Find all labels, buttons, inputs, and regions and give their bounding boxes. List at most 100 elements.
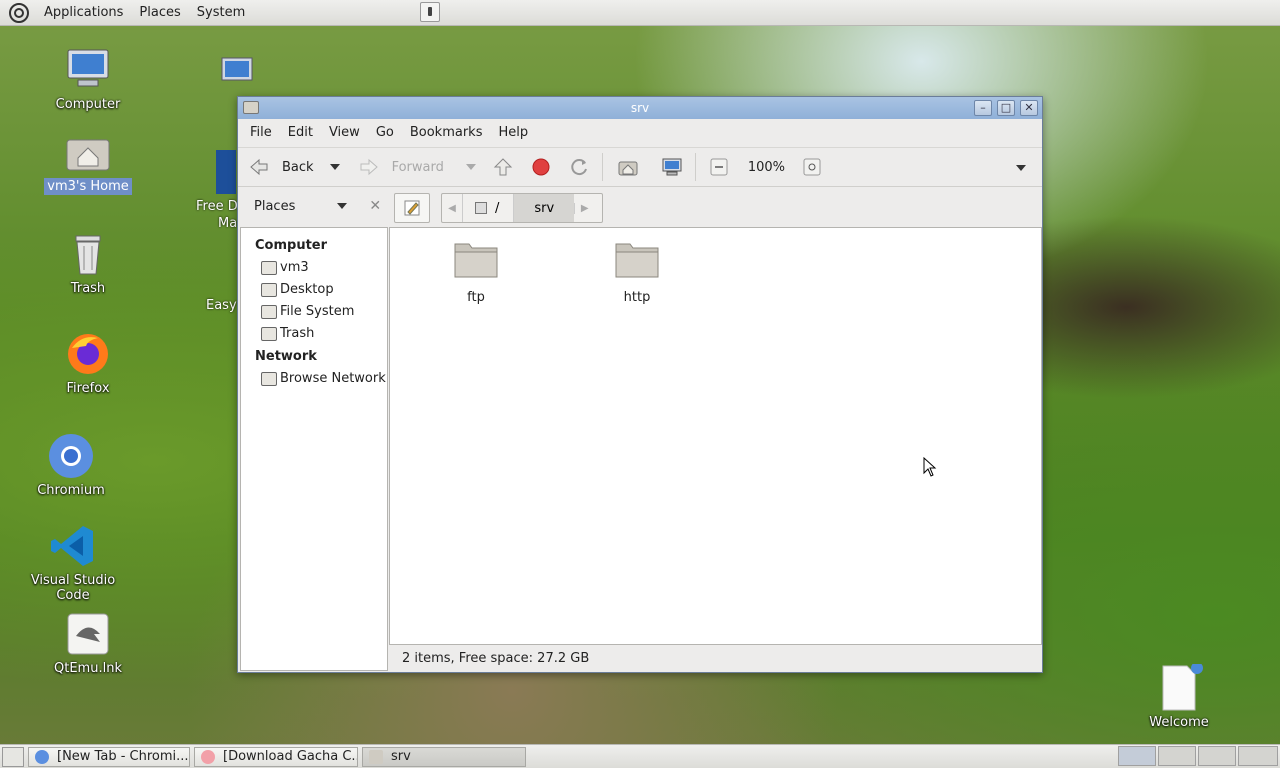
toggle-location-entry-button[interactable]	[394, 193, 430, 223]
places-menu[interactable]: Places	[131, 0, 188, 26]
forward-arrow-icon	[360, 158, 378, 176]
close-button[interactable]: ✕	[1020, 100, 1038, 116]
partial-desktop-icon-free[interactable]	[216, 150, 236, 194]
desktop-icon-chromium[interactable]: Chromium	[16, 432, 126, 499]
sidebar-places-selector[interactable]: Places	[254, 199, 295, 214]
maximize-button[interactable]: □	[997, 100, 1015, 116]
zoom-out-icon[interactable]	[710, 158, 728, 176]
panel-tray-button[interactable]	[420, 2, 440, 22]
trash-icon	[261, 326, 277, 341]
window-title: srv	[630, 101, 650, 115]
trash-icon	[64, 230, 112, 278]
folder-icon	[454, 243, 498, 278]
path-scroll-right-icon[interactable]: ▶	[574, 202, 594, 214]
debian-logo-icon[interactable]	[8, 2, 30, 24]
menu-help[interactable]: Help	[490, 119, 536, 147]
desktop-icon-qtemu[interactable]: QtEmu.lnk	[33, 610, 143, 677]
partial-desktop-icon-network[interactable]	[216, 52, 268, 96]
stop-icon[interactable]	[530, 156, 552, 178]
document-icon	[1155, 662, 1203, 712]
zoom-in-icon[interactable]	[803, 158, 821, 176]
folder-icon	[369, 749, 383, 764]
file-manager-window: srv – □ ✕ File Edit View Go Bookmarks He…	[237, 96, 1043, 673]
taskbar: [New Tab - Chromi... [Download Gacha C..…	[0, 744, 1280, 768]
qtemu-icon	[64, 610, 112, 658]
menu-edit[interactable]: Edit	[280, 119, 321, 147]
workspace-3[interactable]	[1198, 746, 1236, 766]
path-bar: ◀ / srv ▶	[441, 193, 603, 223]
forward-button[interactable]: Forward	[358, 156, 476, 178]
menu-file[interactable]: File	[242, 119, 280, 147]
back-arrow-icon	[250, 158, 268, 176]
close-sidebar-icon[interactable]: ✕	[369, 198, 381, 214]
edit-pencil-icon	[404, 200, 420, 216]
system-menu[interactable]: System	[189, 0, 253, 26]
desktop-icon-home[interactable]: vm3's Home	[33, 128, 143, 195]
back-history-dropdown[interactable]	[329, 164, 340, 170]
network-icon	[261, 371, 277, 386]
desktop-icon-welcome[interactable]: Welcome	[1124, 662, 1234, 731]
folder-item-ftp[interactable]: ftp	[436, 240, 516, 305]
workspace-1[interactable]	[1118, 746, 1156, 766]
sidebar: Computer vm3 Desktop File System Trash N…	[240, 227, 388, 671]
toolbar: Back Forward 100%	[238, 147, 1042, 187]
path-scroll-left-icon[interactable]: ◀	[442, 203, 462, 214]
back-button[interactable]: Back	[248, 156, 340, 178]
workspace-2[interactable]	[1158, 746, 1196, 766]
file-view[interactable]: ftp http	[389, 227, 1042, 645]
menu-view[interactable]: View	[321, 119, 368, 147]
zoom-level[interactable]: 100%	[748, 160, 785, 175]
sidebar-item-vm3[interactable]: vm3	[241, 257, 387, 279]
sidebar-item-file-system[interactable]: File System	[241, 301, 387, 323]
desktop-icon-trash[interactable]: Trash	[33, 230, 143, 297]
toolbar-separator	[694, 153, 696, 181]
desktop-icon-vscode[interactable]: Visual Studio Code	[18, 522, 128, 604]
path-current-button[interactable]: srv	[513, 194, 575, 222]
desktop-icon-computer[interactable]: Computer	[33, 46, 143, 113]
folder-icon	[615, 243, 659, 278]
applications-menu[interactable]: Applications	[36, 0, 131, 26]
reload-icon[interactable]	[568, 156, 590, 178]
sidebar-type-dropdown[interactable]	[337, 203, 348, 209]
workspace-4[interactable]	[1238, 746, 1278, 766]
filesystem-icon	[475, 202, 487, 214]
sidebar-item-trash[interactable]: Trash	[241, 323, 387, 345]
toolbar-overflow-dropdown[interactable]	[1016, 165, 1026, 171]
home-folder-icon	[261, 260, 277, 275]
home-icon[interactable]	[617, 156, 639, 178]
menubar: File Edit View Go Bookmarks Help	[238, 119, 1042, 147]
firefox-icon	[64, 330, 112, 378]
taskbar-item-srv[interactable]: srv	[362, 746, 526, 767]
filesystem-icon	[261, 304, 277, 319]
window-folder-icon[interactable]	[243, 101, 259, 114]
menu-go[interactable]: Go	[368, 119, 402, 147]
show-desktop-icon[interactable]	[2, 746, 24, 767]
partial-desktop-label-easy: Easy	[206, 298, 237, 313]
partial-desktop-label: Free D Ma	[196, 199, 238, 231]
up-arrow-icon[interactable]	[492, 156, 514, 178]
top-panel: Applications Places System	[0, 0, 1280, 26]
chromium-icon	[35, 749, 49, 764]
window-titlebar[interactable]: srv – □ ✕	[238, 97, 1042, 119]
sidebar-item-browse-network[interactable]: Browse Network	[241, 368, 387, 390]
home-folder-icon	[64, 128, 112, 176]
sidebar-header: Places ✕	[246, 195, 386, 217]
computer-icon[interactable]	[661, 156, 683, 178]
desktop-icon-firefox[interactable]: Firefox	[33, 330, 143, 397]
menu-bookmarks[interactable]: Bookmarks	[402, 119, 491, 147]
taskbar-item-chromium[interactable]: [New Tab - Chromi...	[28, 746, 190, 767]
sidebar-section-computer: Computer	[255, 238, 328, 253]
chromium-icon	[47, 432, 95, 480]
sidebar-item-desktop[interactable]: Desktop	[241, 279, 387, 301]
sidebar-section-network: Network	[255, 349, 317, 364]
mouse-cursor-icon	[923, 457, 937, 477]
path-root-button[interactable]: /	[462, 194, 513, 222]
browser-icon	[201, 749, 215, 764]
desktop-folder-icon	[261, 282, 277, 297]
computer-icon	[64, 46, 112, 94]
taskbar-item-download[interactable]: [Download Gacha C...	[194, 746, 358, 767]
folder-item-http[interactable]: http	[597, 240, 677, 305]
minimize-button[interactable]: –	[974, 100, 992, 116]
forward-history-dropdown[interactable]	[465, 164, 476, 170]
vscode-icon	[49, 522, 97, 570]
